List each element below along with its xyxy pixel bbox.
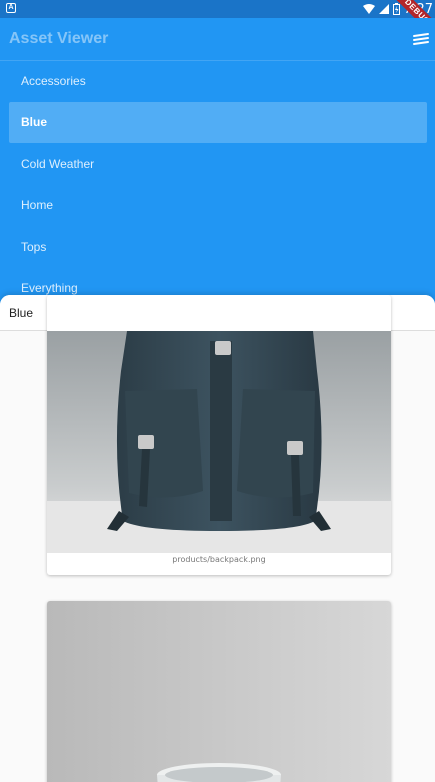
category-label: Accessories [21, 73, 86, 88]
category-item-accessories[interactable]: Accessories [9, 60, 427, 102]
asset-card[interactable] [47, 601, 391, 782]
wifi-icon [362, 4, 375, 14]
sheet-title: Blue [9, 305, 34, 320]
app-bar: Asset Viewer [0, 18, 435, 61]
backpack-image [47, 331, 391, 553]
battery-icon [392, 3, 400, 15]
category-item-blue[interactable]: Blue [9, 101, 427, 143]
app-title: Asset Viewer [9, 30, 109, 47]
category-item-tops[interactable]: Tops [9, 226, 427, 268]
category-label: Cold Weather [21, 156, 95, 171]
category-item-home[interactable]: Home [9, 185, 427, 227]
menu-icon[interactable] [411, 30, 431, 50]
category-list: Accessories Blue Cold Weather Home Tops … [9, 60, 427, 309]
category-label: Everything [21, 281, 78, 296]
asset-caption: products/backpack.png [172, 555, 266, 564]
notification-icon: A [6, 3, 16, 13]
cup-image [47, 601, 391, 782]
front-sheet[interactable]: Blue products/backpack.png [0, 295, 435, 782]
category-label: Tops [21, 239, 47, 254]
asset-card[interactable]: products/backpack.png [47, 295, 391, 575]
category-label: Home [21, 198, 54, 213]
signal-icon [378, 4, 389, 14]
status-bar: A 7:27 DEBUG [0, 0, 435, 45]
category-label: Blue [21, 115, 48, 130]
category-item-cold-weather[interactable]: Cold Weather [9, 143, 427, 185]
